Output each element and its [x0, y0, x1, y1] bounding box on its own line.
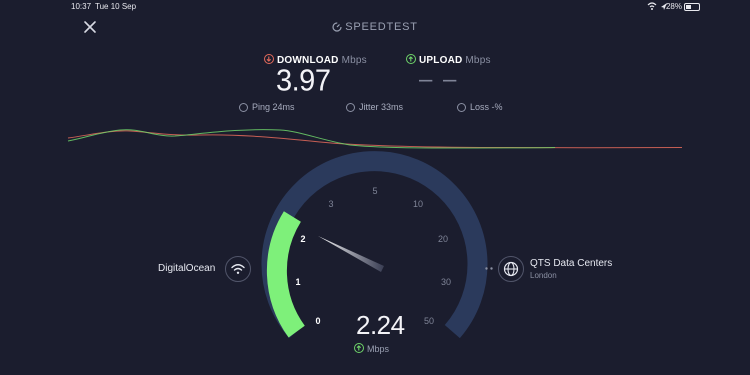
current-speed-value: 2.24	[356, 310, 405, 340]
gauge-tick-label: 30	[441, 277, 451, 287]
gauge-tick-label: 3	[328, 199, 333, 209]
current-speed-unit: Mbps	[354, 343, 389, 354]
speed-unit-label: Mbps	[367, 344, 390, 354]
gauge-fill	[266, 211, 305, 338]
gauge-tick-label: 50	[424, 316, 434, 326]
dots-icon	[485, 267, 493, 270]
server-name[interactable]: QTS Data Centers	[530, 258, 612, 269]
provider-name: DigitalOcean	[158, 263, 216, 274]
gauge-tick-label: 1	[295, 277, 300, 287]
wifi-icon	[231, 264, 245, 274]
gauge-tick-label: 0	[315, 316, 320, 326]
server-button[interactable]	[498, 256, 524, 282]
gauge-tick-label: 5	[372, 186, 377, 196]
gauge-tick-label: 20	[438, 234, 448, 244]
connection-button[interactable]	[225, 256, 251, 282]
server-city: London	[530, 271, 557, 280]
globe-icon	[503, 261, 519, 277]
gauge-tick-label: 10	[413, 199, 423, 209]
gauge-ticks: 0 1 2 3 5 10 20 30 50	[295, 186, 451, 326]
upload-arrow-icon	[354, 343, 364, 353]
gauge-tick-label: 2	[300, 234, 305, 244]
gauge-needle	[318, 236, 384, 272]
